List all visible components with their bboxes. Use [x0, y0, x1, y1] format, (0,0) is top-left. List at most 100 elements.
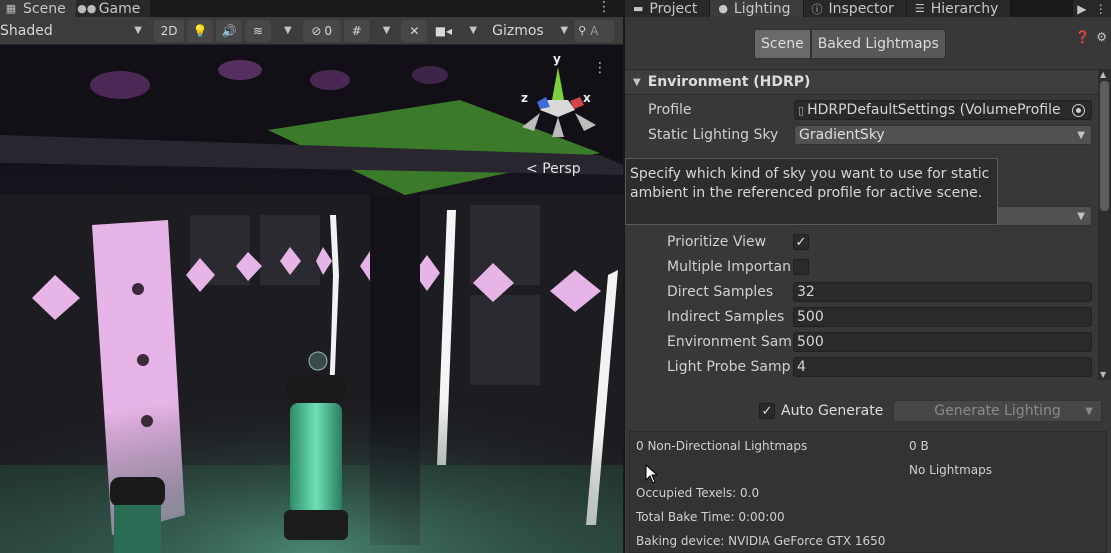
triangle-down-icon: ▼ [633, 76, 641, 88]
chevron-down-icon: ▼ [469, 25, 478, 36]
environment-samples-label: Environment Samples [667, 334, 791, 350]
static-sky-dropdown[interactable]: GradientSky ▼ [794, 125, 1092, 145]
effects-toggle-button[interactable]: ≋ [245, 19, 271, 42]
environment-header-label: Environment (HDRP) [647, 74, 811, 90]
scene-search-input[interactable]: ⚲ A [574, 19, 615, 42]
camera-icon: ■◂ [434, 23, 453, 38]
gizmos-dropdown[interactable]: Gizmos ▼ [488, 20, 574, 42]
tab-inspector-label: Inspector [828, 0, 894, 17]
multiple-importance-row: Multiple Importance Sampling [667, 256, 791, 278]
prioritize-view-row: Prioritize View [667, 231, 793, 253]
multiple-importance-checkbox[interactable] [793, 259, 809, 275]
folder-icon: ▬ [633, 2, 644, 15]
auto-generate-label: Auto Generate [781, 403, 884, 419]
scene-tab-menu-icon[interactable]: ⋮ [597, 0, 611, 14]
tab-lighting-label: Lighting [733, 0, 791, 17]
chevron-down-icon: ▼ [560, 25, 569, 36]
tab-scene[interactable]: ▦ Scene [0, 0, 76, 17]
tab-project[interactable]: ▬ Project [625, 0, 710, 17]
audio-toggle-button[interactable]: 🔊 [216, 19, 242, 42]
lightbulb-icon: ● [718, 2, 728, 15]
light-probe-samples-value: 4 [797, 359, 806, 375]
light-probe-samples-input[interactable]: 4 [793, 357, 1092, 377]
tab-hierarchy[interactable]: ☰ Hierarchy [906, 0, 1011, 17]
volume-profile-icon: ▯ [798, 103, 805, 117]
environment-samples-input[interactable]: 500 [793, 332, 1092, 352]
grid-toggle-button[interactable]: # [343, 19, 370, 42]
grid-dropdown[interactable]: ▼ [373, 20, 395, 42]
scene-visibility-button[interactable]: ⊘ 0 [302, 19, 341, 42]
multiple-importance-label: Multiple Importance Sampling [667, 259, 791, 275]
tab-game-label: Game [98, 0, 141, 17]
auto-generate-toggle[interactable]: ✓ Auto Generate [759, 400, 883, 422]
tab-game[interactable]: ●● Game [75, 0, 151, 17]
lightmap-size: 0 B [909, 439, 929, 453]
environment-samples-row: Environment Samples [667, 331, 791, 353]
toggle-2d-button[interactable]: 2D [154, 19, 184, 42]
capsule-base [284, 510, 348, 540]
profile-object-field[interactable]: ▯ HDRPDefaultSettings (VolumeProfile) [794, 100, 1092, 120]
lighting-mode-tabs: Scene Baked Lightmaps [754, 29, 946, 59]
capsule-top [110, 477, 165, 507]
gizmo-menu-icon[interactable]: ⋮ [593, 61, 607, 75]
indirect-samples-row: Indirect Samples [667, 306, 791, 328]
scrollbar-thumb[interactable] [1100, 81, 1109, 211]
prioritize-view-label: Prioritize View [667, 234, 767, 250]
no-lightmaps-text: No Lightmaps [909, 463, 992, 477]
chevron-down-icon: ▼ [1077, 129, 1085, 141]
profile-row: Profile [648, 99, 788, 121]
indirect-samples-input[interactable]: 500 [793, 307, 1092, 327]
static-sky-value: GradientSky [799, 127, 885, 143]
right-tabbar: ▬ Project ● Lighting ⓘ Inspector ☰ Hiera… [625, 0, 1111, 17]
tab-menu-icon[interactable]: ⋮ [1095, 2, 1107, 16]
static-sky-row: Static Lighting Sky [648, 124, 793, 146]
checkmark-icon: ✓ [761, 403, 773, 419]
ceiling-light [90, 71, 150, 99]
capsule-glass [114, 505, 161, 553]
effects-dropdown[interactable]: ▼ [274, 20, 296, 42]
direct-samples-input[interactable]: 32 [793, 282, 1092, 302]
scene-viewport[interactable]: y z x ⋮ < Persp [0, 45, 623, 553]
ceiling-light [310, 70, 350, 90]
prioritize-view-checkbox[interactable]: ✓ [793, 234, 809, 250]
generate-lighting-label: Generate Lighting [934, 403, 1061, 419]
scroll-up-icon[interactable]: ▲ [1100, 70, 1106, 79]
baked-lightmaps-label: Baked Lightmaps [817, 36, 939, 52]
chevron-left-icon: < [526, 161, 538, 177]
help-icon[interactable]: ❓ [1075, 30, 1090, 44]
shading-mode-dropdown[interactable]: Shaded ▼ [0, 20, 148, 42]
baking-device: Baking device: NVIDIA GeForce GTX 1650 [636, 534, 886, 548]
tab-inspector[interactable]: ⓘ Inspector [803, 0, 906, 17]
camera-settings-button[interactable]: ■◂ [430, 20, 456, 42]
light-probe-samples-row: Light Probe Sample Multiplier [667, 356, 791, 378]
scene-toolbar: Shaded ▼ 2D 💡 🔊 ≋ ▼ ⊘ 0 # ▼ ✕ ■◂ ▼ Gizmo… [0, 17, 623, 45]
settings-scrollbar[interactable]: ▲ ▼ [1098, 69, 1111, 380]
generate-lighting-button[interactable]: Generate Lighting ▼ [893, 400, 1102, 422]
grid-group: # ▼ [343, 19, 398, 42]
tab-lighting[interactable]: ● Lighting [710, 0, 803, 17]
projection-label: Persp [542, 161, 581, 177]
capsule-glass [290, 403, 342, 513]
direct-samples-row: Direct Samples [667, 281, 791, 303]
gizmos-label: Gizmos [492, 22, 544, 39]
environment-section-header[interactable]: ▼ Environment (HDRP) [625, 69, 1098, 95]
layers-icon: ≋ [252, 23, 264, 38]
camera-dropdown[interactable]: ▼ [459, 20, 481, 42]
search-placeholder: A [590, 23, 599, 38]
ceiling-light [218, 60, 262, 80]
chevron-right-icon[interactable]: ▶ [1077, 2, 1086, 16]
scroll-down-icon[interactable]: ▼ [1100, 370, 1106, 379]
auto-generate-checkbox[interactable]: ✓ [759, 403, 775, 419]
indirect-samples-label: Indirect Samples [667, 309, 785, 325]
tools-button[interactable]: ✕ [401, 19, 428, 42]
profile-label: Profile [648, 102, 692, 118]
static-sky-tooltip: Specify which kind of sky you want to us… [625, 158, 998, 225]
gear-icon[interactable]: ⚙ [1096, 30, 1107, 44]
scene-toggles-group: 💡 🔊 ≋ ▼ [187, 19, 299, 42]
lighting-toggle-button[interactable]: 💡 [187, 19, 213, 42]
scene-mode-button[interactable]: Scene [754, 29, 811, 59]
chevron-down-icon: ▼ [382, 25, 391, 36]
baked-lightmaps-button[interactable]: Baked Lightmaps [810, 29, 946, 59]
projection-toggle[interactable]: < Persp [526, 161, 581, 177]
object-picker-icon[interactable] [1072, 104, 1085, 117]
